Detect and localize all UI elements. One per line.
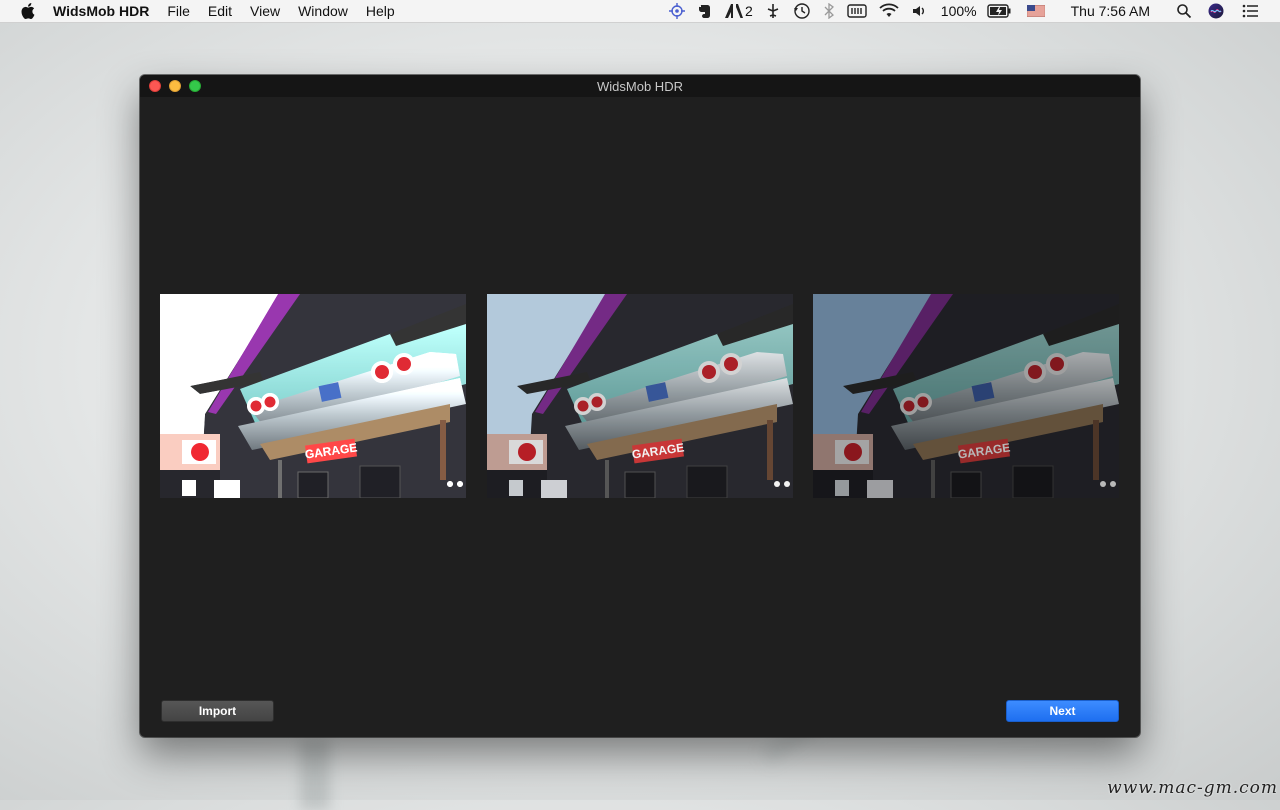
close-window-button[interactable]: [149, 80, 161, 92]
battery-icon[interactable]: [986, 0, 1011, 22]
volume-icon[interactable]: [911, 0, 927, 22]
memory-monitor-icon[interactable]: [847, 0, 867, 22]
clock[interactable]: Thu 7:56 AM: [1071, 0, 1150, 22]
evernote-icon[interactable]: [697, 0, 713, 22]
us-flag-icon[interactable]: [1026, 0, 1045, 22]
menu-help[interactable]: Help: [357, 0, 404, 22]
spotlight-search-icon[interactable]: [1176, 0, 1192, 22]
import-button[interactable]: Import: [161, 700, 274, 722]
menu-app-name[interactable]: WidsMob HDR: [53, 0, 158, 22]
wifi-icon[interactable]: [879, 0, 899, 22]
photo-normal-exposure[interactable]: GARAGE: [487, 294, 793, 498]
menu-window[interactable]: Window: [289, 0, 357, 22]
app-window: WidsMob HDR GARAGE GARAGE GARAGE Import …: [140, 75, 1140, 737]
adobe-icon[interactable]: [725, 0, 743, 22]
menu-file[interactable]: File: [158, 0, 199, 22]
minimize-window-button[interactable]: [169, 80, 181, 92]
bluetooth-icon[interactable]: [823, 0, 835, 22]
siri-icon[interactable]: [1208, 0, 1224, 22]
menu-bar: WidsMob HDR File Edit View Window Help 2: [0, 0, 1280, 23]
apple-menu-icon[interactable]: [21, 3, 35, 19]
menu-edit[interactable]: Edit: [199, 0, 241, 22]
photo-overexposed[interactable]: GARAGE: [160, 294, 466, 498]
watermark-text: www.mac-gm.com: [1107, 778, 1278, 798]
window-titlebar[interactable]: WidsMob HDR: [140, 75, 1140, 97]
window-title: WidsMob HDR: [597, 78, 683, 94]
menu-view[interactable]: View: [241, 0, 289, 22]
airplane-icon[interactable]: [765, 0, 781, 22]
zoom-window-button[interactable]: [189, 80, 201, 92]
notification-center-icon[interactable]: [1242, 0, 1258, 22]
photo-underexposed[interactable]: GARAGE: [813, 294, 1119, 498]
location-target-icon[interactable]: [669, 0, 685, 22]
battery-percent: 100%: [940, 3, 977, 19]
next-button[interactable]: Next: [1006, 700, 1119, 722]
time-machine-icon[interactable]: [793, 0, 811, 22]
adobe-badge-count: 2: [745, 3, 753, 19]
